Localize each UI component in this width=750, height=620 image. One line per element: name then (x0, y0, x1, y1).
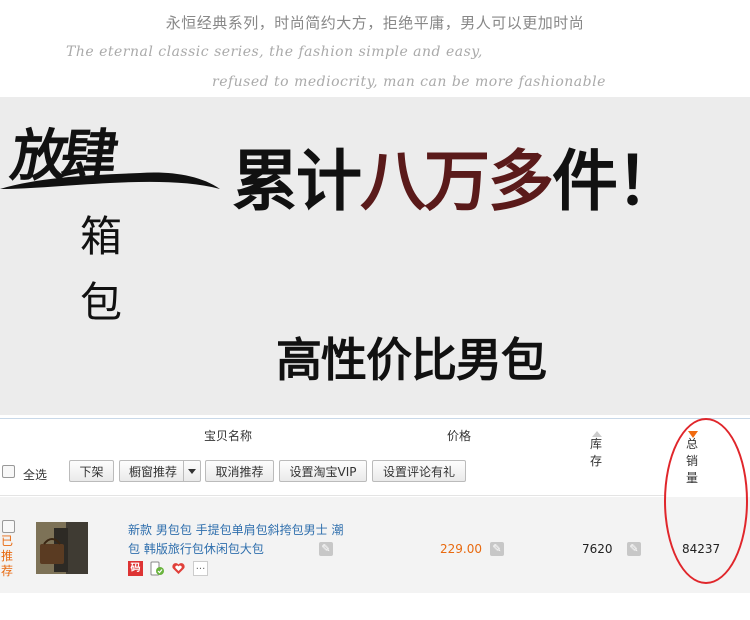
column-header-name: 宝贝名称 (204, 429, 253, 443)
caret-down-icon (188, 469, 196, 474)
recommended-tag: 已推荐 (1, 534, 14, 578)
mobile-badge-icon[interactable] (149, 561, 164, 576)
product-photo-icon (36, 522, 88, 574)
product-price: 229.00 (440, 542, 482, 556)
product-title-link[interactable]: 新款 男包包 手提包单肩包斜挎包男士 潮包 韩版旅行包休闲包大包 (128, 521, 348, 559)
headline-part-highlight: 八万多 (360, 143, 554, 220)
select-all-checkbox[interactable] (2, 465, 15, 478)
set-review-gift-button[interactable]: 设置评论有礼 (372, 460, 466, 482)
headline-part-2: 件！ (552, 143, 682, 220)
headline-part-1: 累计 (232, 143, 362, 220)
banner-headline: 累计八万多件！ (232, 149, 682, 215)
promo-banner: 放肆 箱 包 累计八万多件！ 高性价比男包 (0, 97, 750, 415)
tagline-en-line1: The eternal classic series, the fashion … (66, 44, 483, 60)
heart-badge-icon[interactable] (171, 561, 186, 576)
cancel-recommend-button[interactable]: 取消推荐 (205, 460, 274, 482)
edit-price-icon[interactable]: ✎ (490, 542, 504, 556)
table-header: 宝贝名称 价格 库存 总销量 (0, 418, 750, 485)
window-recommend-dropdown[interactable] (183, 461, 200, 481)
column-header-stock[interactable]: 库存 (590, 427, 602, 468)
set-vip-button[interactable]: 设置淘宝VIP (279, 460, 367, 482)
off-shelf-button[interactable]: 下架 (69, 460, 114, 482)
select-all-label: 全选 (23, 468, 48, 482)
product-total-sales: 84237 (682, 542, 721, 556)
edit-stock-icon[interactable]: ✎ (627, 542, 641, 556)
product-thumbnail[interactable] (36, 522, 88, 574)
bulk-actions-toolbar: 全选 下架 橱窗推荐 取消推荐 设置淘宝VIP 设置评论有礼 (0, 458, 750, 488)
table-row: 已推荐 新款 男包包 手提包单肩包斜挎包男士 潮包 韩版旅行包休闲包大包 码 .… (0, 497, 750, 593)
more-badge[interactable]: ... (193, 561, 208, 576)
brand-logo-char-1: 箱 (80, 212, 123, 261)
edit-title-icon[interactable]: ✎ (319, 542, 333, 556)
column-header-sales[interactable]: 总销量 (686, 427, 698, 485)
product-stock: 7620 (582, 542, 613, 556)
window-recommend-button[interactable]: 橱窗推荐 (119, 460, 201, 482)
row-divider (0, 495, 665, 496)
window-recommend-label: 橱窗推荐 (129, 465, 178, 479)
tagline-en-line2: refused to mediocrity, man can be more f… (212, 74, 606, 90)
banner-subline: 高性价比男包 (276, 333, 547, 387)
brand-logo-char-2: 包 (80, 278, 123, 327)
logo-swoosh-icon (0, 172, 220, 189)
tagline-cn: 永恒经典系列，时尚简约大方，拒绝平庸，男人可以更加时尚 (165, 14, 585, 32)
code-badge[interactable]: 码 (128, 561, 143, 576)
column-header-price: 价格 (447, 429, 472, 443)
row-checkbox[interactable] (2, 520, 15, 533)
